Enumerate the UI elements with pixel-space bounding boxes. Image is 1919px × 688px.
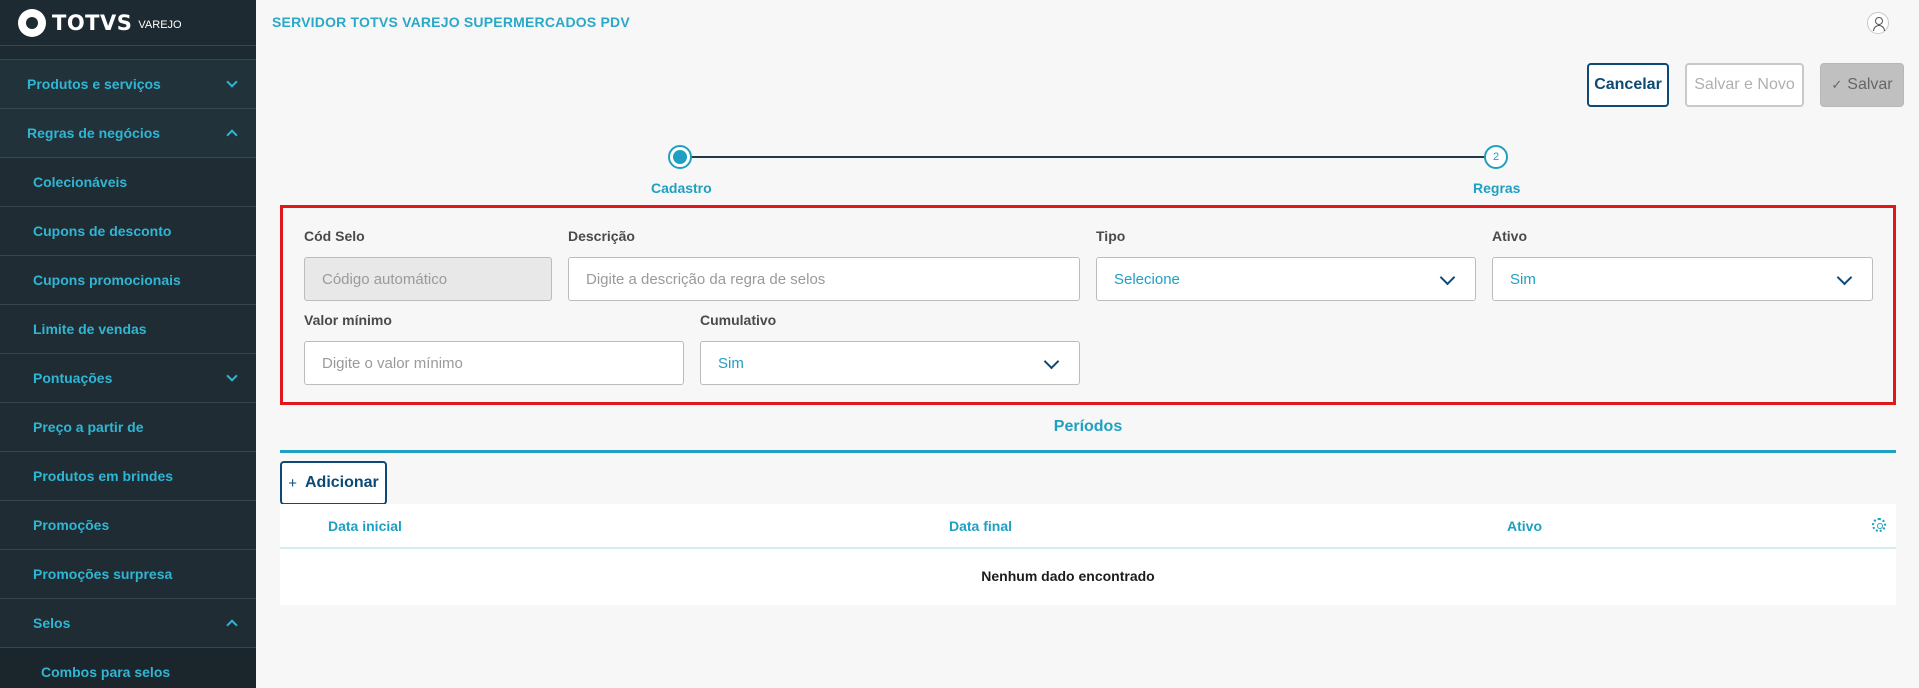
step-label-cadastro: Cadastro — [651, 180, 712, 196]
table-header: Data inicial Data final Ativo — [280, 504, 1896, 549]
periods-table: Data inicial Data final Ativo Nenhum dad… — [280, 504, 1896, 605]
descricao-input[interactable]: Digite a descrição da regra de selos — [568, 257, 1080, 301]
logo-text: TOTVS — [52, 10, 133, 35]
sidebar-item-limite-vendas[interactable]: Limite de vendas — [0, 305, 256, 354]
column-header-data-final[interactable]: Data final — [949, 518, 1012, 534]
tipo-label: Tipo — [1096, 228, 1126, 244]
logo: TOTVS VAREJO — [0, 0, 256, 46]
chevron-down-icon — [1836, 269, 1853, 286]
step-1-indicator[interactable] — [668, 145, 692, 169]
sidebar-item-produtos-servicos[interactable]: Produtos e serviços — [0, 60, 256, 109]
totvs-logo-icon — [18, 8, 46, 37]
sidebar-item-pontuacoes[interactable]: Pontuações — [0, 354, 256, 403]
cumulativo-select[interactable]: Sim — [700, 341, 1080, 385]
chevron-down-icon — [1439, 269, 1456, 286]
ativo-select[interactable]: Sim — [1492, 257, 1873, 301]
column-header-data-inicial[interactable]: Data inicial — [328, 518, 402, 534]
empty-state-text: Nenhum dado encontrado — [981, 568, 1155, 584]
sidebar-item-cupons-desconto[interactable]: Cupons de desconto — [0, 207, 256, 256]
sidebar-item-regras-negocios[interactable]: Regras de negócios — [0, 109, 256, 158]
cancel-button[interactable]: Cancelar — [1587, 63, 1669, 107]
sidebar: TOTVS VAREJO Produtos e serviços Regras … — [0, 0, 256, 688]
sidebar-item-promocoes[interactable]: Promoções — [0, 501, 256, 550]
chevron-up-icon — [226, 129, 238, 141]
ativo-label: Ativo — [1492, 228, 1527, 244]
chevron-down-icon — [226, 76, 238, 88]
cumulativo-label: Cumulativo — [700, 312, 777, 328]
sidebar-item-cupons-promocionais[interactable]: Cupons promocionais — [0, 256, 256, 305]
chevron-down-icon — [226, 370, 238, 382]
step-2-indicator[interactable]: 2 — [1484, 145, 1508, 169]
add-period-button[interactable]: + Adicionar — [280, 461, 387, 505]
logo-subtext: VAREJO — [138, 18, 182, 31]
valor-minimo-label: Valor mínimo — [304, 312, 392, 328]
sidebar-item-preco-a-partir-de[interactable]: Preço a partir de — [0, 403, 256, 452]
chevron-down-icon — [1043, 353, 1060, 370]
descricao-label: Descrição — [568, 228, 635, 244]
tipo-select[interactable]: Selecione — [1096, 257, 1476, 301]
column-header-ativo[interactable]: Ativo — [1507, 518, 1542, 534]
user-avatar-icon[interactable] — [1867, 12, 1889, 34]
sidebar-item-promocoes-surpresa[interactable]: Promoções surpresa — [0, 550, 256, 599]
step-label-regras: Regras — [1473, 180, 1521, 196]
check-icon: ✓ — [1831, 77, 1843, 92]
tab-underline — [280, 450, 1896, 453]
save-button[interactable]: ✓ Salvar — [1820, 63, 1904, 107]
valor-minimo-input[interactable]: Digite o valor mínimo — [304, 341, 684, 385]
sidebar-item-produtos-brindes[interactable]: Produtos em brindes — [0, 452, 256, 501]
cod-selo-label: Cód Selo — [304, 228, 365, 244]
sidebar-item-colecionaveis[interactable]: Colecionáveis — [0, 158, 256, 207]
app-title: SERVIDOR TOTVS VAREJO SUPERMERCADOS PDV — [272, 14, 630, 30]
save-and-new-button[interactable]: Salvar e Novo — [1685, 63, 1804, 107]
stepper-line — [680, 156, 1496, 158]
plus-icon: + — [288, 474, 297, 492]
gear-icon[interactable] — [1872, 518, 1886, 532]
sidebar-item-combos-selos[interactable]: Combos para selos — [0, 648, 256, 688]
chevron-up-icon — [226, 619, 238, 631]
cod-selo-input: Código automático — [304, 257, 552, 301]
tab-periodos[interactable]: Períodos — [280, 418, 1896, 436]
sidebar-item-selos[interactable]: Selos — [0, 599, 256, 648]
